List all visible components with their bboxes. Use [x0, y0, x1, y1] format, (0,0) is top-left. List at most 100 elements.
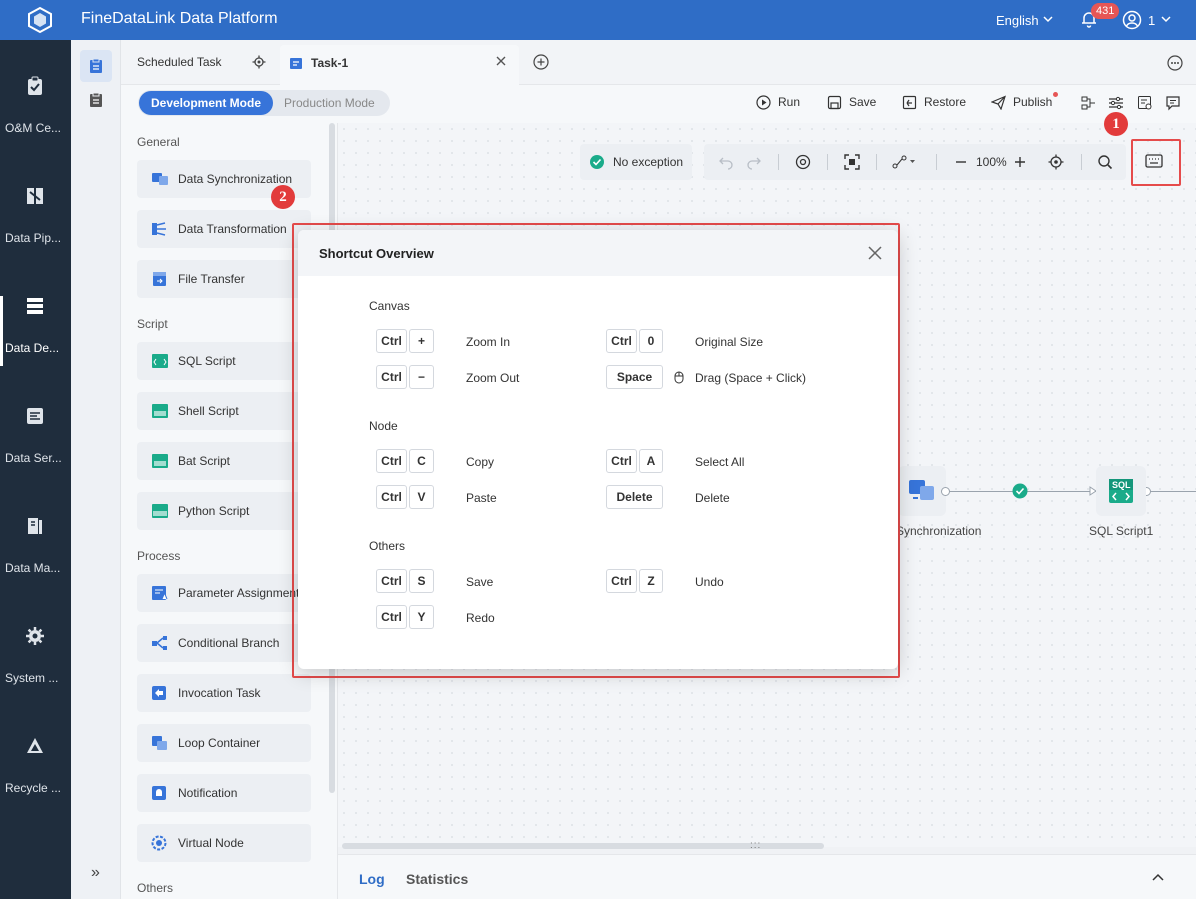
nav-label: O&M Ce...	[5, 121, 62, 135]
publish-indicator-dot	[1053, 92, 1058, 97]
undo-icon[interactable]	[718, 154, 734, 170]
eye-icon[interactable]	[795, 154, 811, 170]
node-file-transfer[interactable]: File Transfer	[137, 260, 311, 298]
node-label: SQL Script	[178, 354, 236, 368]
tab-scheduled-task[interactable]: Scheduled Task	[137, 55, 222, 69]
more-options-icon[interactable]	[1167, 55, 1183, 71]
layout-icon[interactable]	[892, 154, 916, 170]
search-icon[interactable]	[1097, 154, 1113, 170]
edge-line	[1146, 491, 1196, 492]
dependency-icon[interactable]	[1081, 95, 1097, 111]
status-indicator: No exception	[580, 144, 692, 180]
key-cap: Ctrl	[376, 485, 407, 509]
nav-item-data-pipeline[interactable]: Data Pip...	[0, 150, 71, 260]
nav-item-system[interactable]: System ...	[0, 590, 71, 700]
key-cap: Ctrl	[376, 569, 407, 593]
python-script-icon	[152, 504, 168, 518]
key-cap: Ctrl	[606, 329, 637, 353]
node-loop-container[interactable]: Loop Container	[137, 724, 311, 762]
language-selector[interactable]: English	[996, 13, 1039, 28]
zoom-level: 100%	[976, 155, 1007, 169]
config-icon[interactable]	[1137, 95, 1153, 111]
bat-script-icon	[152, 454, 168, 468]
add-tab-icon[interactable]	[533, 54, 549, 70]
tab-statistics[interactable]: Statistics	[406, 871, 468, 887]
close-icon[interactable]	[494, 54, 508, 68]
group-script: Script	[137, 317, 168, 331]
edge-success-icon	[1012, 483, 1028, 499]
tab-task-1[interactable]: Task-1	[280, 45, 519, 85]
shortcut-label: Zoom In	[466, 335, 511, 349]
nav-item-recycle-bin[interactable]: Recycle ...	[0, 700, 71, 810]
nav-item-data-market[interactable]: Data Ma...	[0, 480, 71, 590]
nav-label: Data Pip...	[5, 231, 62, 245]
node-bat-script[interactable]: Bat Script	[137, 442, 311, 480]
node-port[interactable]	[941, 487, 950, 496]
node-sql-script[interactable]: SQL Script	[137, 342, 311, 380]
close-icon[interactable]	[866, 244, 884, 262]
sub-nav: »	[71, 40, 121, 899]
canvas-node-sync[interactable]	[898, 466, 946, 516]
resize-grip[interactable]: :::	[750, 840, 761, 851]
subnav-other[interactable]	[80, 84, 112, 116]
node-label: Python Script	[178, 504, 250, 518]
key-cap: A	[639, 449, 663, 473]
send-icon	[991, 95, 1006, 110]
nav-label: Data De...	[5, 341, 60, 355]
branch-icon	[152, 636, 167, 650]
data-service-icon	[27, 408, 43, 424]
chevron-down-icon[interactable]	[1042, 13, 1054, 25]
node-conditional-branch[interactable]: Conditional Branch	[137, 624, 311, 662]
redo-icon[interactable]	[746, 154, 762, 170]
restore-label: Restore	[924, 95, 967, 109]
node-parameter-assignment[interactable]: Parameter Assignment	[137, 574, 311, 612]
shortcut-label: Drag (Space + Click)	[695, 371, 807, 385]
restore-icon	[902, 95, 917, 110]
subnav-task-list[interactable]	[80, 50, 112, 82]
fit-view-icon[interactable]	[844, 154, 860, 170]
zoom-out-icon[interactable]	[954, 154, 968, 170]
chevron-down-icon[interactable]	[1160, 13, 1172, 25]
node-shell-script[interactable]: Shell Script	[137, 392, 311, 430]
user-avatar-icon[interactable]	[1122, 10, 1142, 30]
key-cap: V	[409, 485, 434, 509]
node-data-transformation[interactable]: Data Transformation	[137, 210, 311, 248]
shortcut-label: Undo	[695, 575, 724, 589]
pipeline-icon	[27, 188, 43, 204]
nav-item-data-service[interactable]: Data Ser...	[0, 370, 71, 480]
user-name[interactable]: 1	[1148, 13, 1155, 28]
tab-log[interactable]: Log	[359, 871, 385, 887]
gear-icon	[26, 627, 44, 645]
key-cap: Ctrl	[376, 365, 407, 389]
production-mode-button[interactable]: Production Mode	[284, 91, 375, 115]
node-python-script[interactable]: Python Script	[137, 492, 311, 530]
key-cap: 0	[639, 329, 663, 353]
zoom-in-icon[interactable]	[1013, 154, 1027, 170]
node-notification[interactable]: Notification	[137, 774, 311, 812]
nav-item-data-development[interactable]: Data De...	[0, 260, 71, 370]
chevron-up-icon[interactable]	[1151, 871, 1165, 885]
node-label: Data Transformation	[178, 222, 287, 236]
comment-icon[interactable]	[1165, 95, 1181, 111]
key-cap: Y	[409, 605, 434, 629]
gear-icon[interactable]	[252, 55, 266, 69]
nav-item-om-center[interactable]: O&M Ce...	[0, 40, 71, 150]
key-cap: Z	[639, 569, 663, 593]
development-mode-button[interactable]: Development Mode	[139, 91, 273, 115]
node-virtual-node[interactable]: Virtual Node	[137, 824, 311, 862]
key-cap: S	[409, 569, 434, 593]
node-label: Shell Script	[178, 404, 239, 418]
nav-label: Data Ma...	[5, 561, 61, 575]
settings-sliders-icon[interactable]	[1108, 95, 1124, 111]
loop-icon	[152, 736, 167, 750]
canvas-node-label: Synchronization	[896, 524, 982, 538]
node-label: Data Synchronization	[178, 172, 293, 186]
notification-icon	[152, 786, 166, 800]
locate-icon[interactable]	[1048, 154, 1064, 170]
key-cap: −	[409, 365, 434, 389]
canvas-node-sql[interactable]: SQL	[1096, 466, 1146, 516]
sql-script-icon	[152, 354, 168, 368]
node-invocation-task[interactable]: Invocation Task	[137, 674, 311, 712]
shortcut-label: Original Size	[695, 335, 764, 349]
expand-sidebar-button[interactable]: »	[91, 864, 100, 882]
